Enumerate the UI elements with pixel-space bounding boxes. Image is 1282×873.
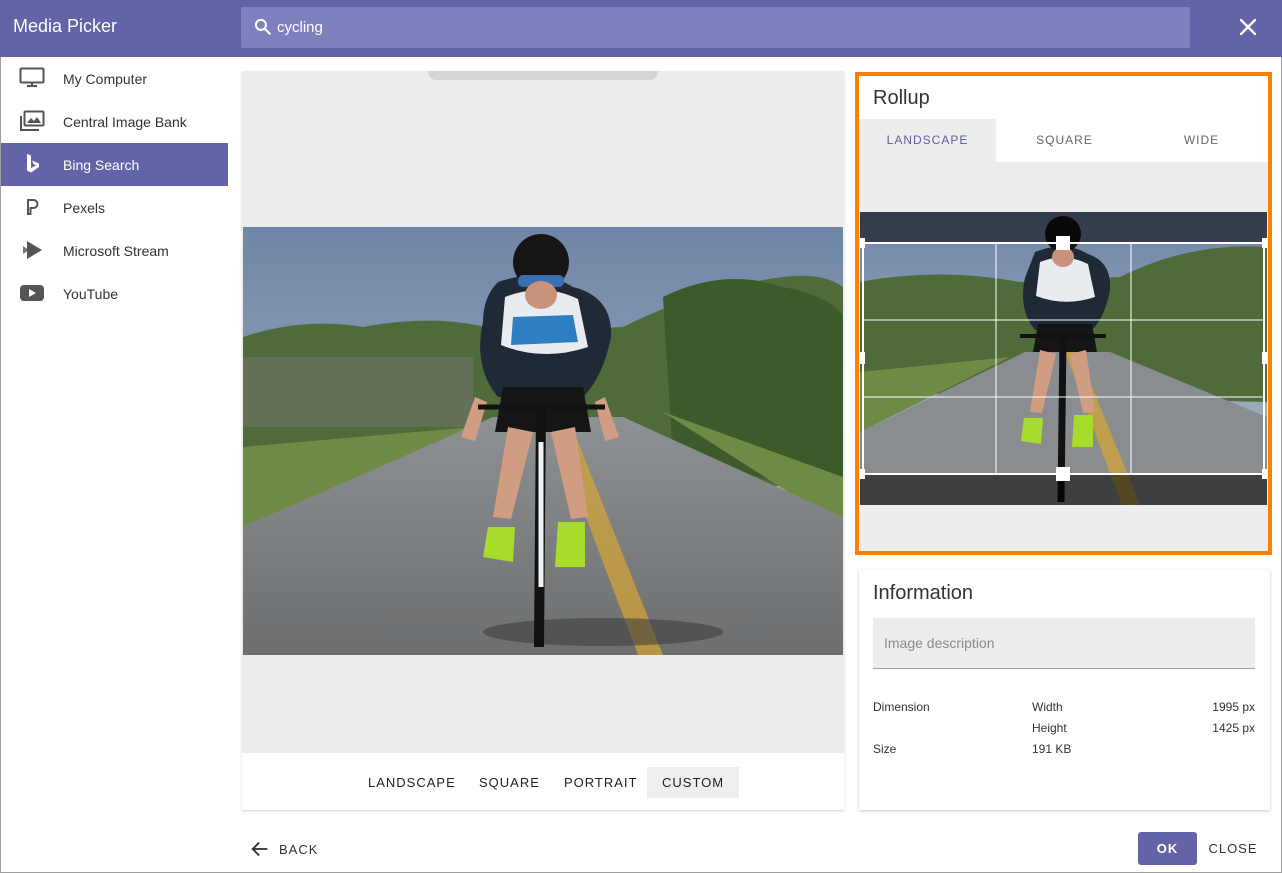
stream-icon bbox=[19, 239, 45, 261]
height-value: 1425 px bbox=[1212, 721, 1255, 735]
sidebar-item-my-computer[interactable]: My Computer bbox=[1, 57, 228, 100]
tab-wide[interactable]: WIDE bbox=[1133, 119, 1270, 162]
pexels-icon bbox=[19, 196, 45, 218]
sidebar-item-label: Central Image Bank bbox=[63, 113, 187, 130]
sidebar-item-label: YouTube bbox=[63, 285, 119, 302]
rollup-title: Rollup bbox=[873, 87, 930, 109]
back-label: BACK bbox=[279, 841, 319, 857]
sidebar-item-label: Microsoft Stream bbox=[63, 242, 169, 259]
tab-landscape[interactable]: LANDSCAPE bbox=[859, 119, 996, 162]
search-input[interactable] bbox=[277, 7, 1177, 48]
width-label: Width bbox=[1032, 700, 1063, 714]
rollup-header: Rollup bbox=[859, 76, 1268, 119]
youtube-icon bbox=[19, 282, 45, 304]
image-stack-icon bbox=[19, 110, 45, 132]
sidebar-item-label: Bing Search bbox=[63, 156, 140, 173]
close-button[interactable]: CLOSE bbox=[1204, 832, 1262, 865]
sidebar-item-microsoft-stream[interactable]: Microsoft Stream bbox=[1, 229, 228, 272]
close-icon[interactable] bbox=[1236, 15, 1260, 39]
image-description-field[interactable] bbox=[873, 618, 1255, 669]
cyclist-photo bbox=[243, 227, 843, 655]
dimension-label: Dimension bbox=[873, 700, 930, 714]
crop-portrait-button[interactable]: PORTRAIT bbox=[549, 767, 653, 798]
crop-square-button[interactable]: SQUARE bbox=[464, 767, 555, 798]
drag-handle[interactable] bbox=[428, 71, 658, 80]
information-title: Information bbox=[873, 582, 974, 604]
image-preview-card: LANDSCAPE SQUARE PORTRAIT CUSTOM bbox=[242, 71, 844, 810]
ok-button[interactable]: OK bbox=[1138, 832, 1197, 865]
rollup-tabs: LANDSCAPE SQUARE WIDE bbox=[859, 119, 1268, 162]
sidebar-item-pexels[interactable]: Pexels bbox=[1, 186, 228, 229]
crop-landscape-button[interactable]: LANDSCAPE bbox=[353, 767, 471, 798]
back-button[interactable]: BACK bbox=[249, 835, 318, 863]
rollup-panel: Rollup LANDSCAPE SQUARE WIDE bbox=[855, 72, 1272, 555]
size-label: Size bbox=[873, 742, 897, 756]
header-bar: Media Picker bbox=[0, 0, 1282, 57]
sidebar-item-youtube[interactable]: YouTube bbox=[1, 272, 228, 315]
source-sidebar: My Computer Central Image Bank Bing Sear… bbox=[1, 57, 228, 315]
sidebar-item-central-image-bank[interactable]: Central Image Bank bbox=[1, 100, 228, 143]
width-value: 1995 px bbox=[1212, 700, 1255, 714]
bing-icon bbox=[19, 153, 45, 175]
app-title: Media Picker bbox=[13, 16, 118, 36]
search-icon bbox=[254, 18, 271, 35]
rollup-crop-preview[interactable] bbox=[860, 212, 1267, 505]
size-value: 191 KB bbox=[1032, 742, 1072, 756]
sidebar-item-bing-search[interactable]: Bing Search bbox=[1, 143, 228, 186]
sidebar-item-label: Pexels bbox=[63, 199, 106, 216]
search-box[interactable] bbox=[241, 7, 1190, 48]
arrow-left-icon bbox=[251, 841, 268, 857]
information-panel: Information Dimension Width 1995 px Heig… bbox=[859, 570, 1270, 810]
sidebar-item-label: My Computer bbox=[63, 70, 148, 87]
crop-custom-button[interactable]: CUSTOM bbox=[647, 767, 740, 798]
monitor-icon bbox=[19, 67, 45, 89]
height-label: Height bbox=[1032, 721, 1067, 735]
crop-options-bar: LANDSCAPE SQUARE PORTRAIT CUSTOM bbox=[242, 753, 844, 810]
tab-square[interactable]: SQUARE bbox=[996, 119, 1133, 162]
